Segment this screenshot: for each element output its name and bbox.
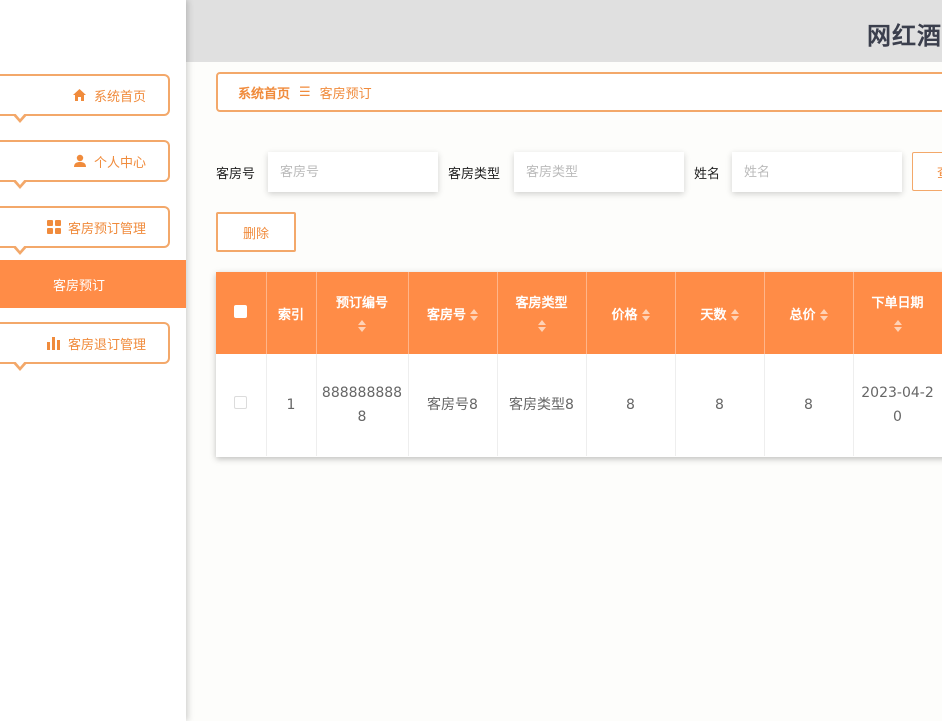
room-type-input[interactable] — [514, 152, 684, 192]
col-room-type[interactable]: 客房类型 — [497, 272, 587, 354]
menu-tail — [12, 178, 28, 189]
bar-chart-icon — [46, 336, 61, 350]
breadcrumb-separator-icon: ☰ — [299, 84, 311, 100]
cell-room-no: 客房号8 — [408, 354, 498, 456]
col-label: 下单日期 — [871, 296, 924, 311]
row-checkbox[interactable] — [234, 396, 248, 409]
table-row[interactable]: 1 8888888888 客房号8 客房类型8 8 8 8 2023-04-20 — [216, 354, 942, 456]
table-header-row: 索引 预订编号 客房号 客房类型 价格 天数 总价 下单日期 — [216, 272, 942, 354]
sidebar-subitem-booking[interactable]: 客房预订 — [0, 260, 186, 308]
home-icon — [72, 88, 87, 102]
sort-icon[interactable] — [358, 320, 366, 332]
breadcrumb-current: 客房预订 — [319, 86, 372, 102]
sidebar-item-label: 客房预订管理 — [67, 221, 146, 237]
col-index: 索引 — [266, 272, 317, 354]
delete-button[interactable]: 删除 — [216, 212, 296, 252]
menu-tail — [12, 112, 28, 123]
sidebar-item-booking-mgmt[interactable]: 客房预订管理 — [0, 206, 170, 255]
col-label: 价格 — [611, 307, 638, 323]
search-button[interactable]: 查 — [912, 152, 942, 191]
cell-index: 1 — [266, 354, 317, 456]
sidebar-item-cancel-mgmt[interactable]: 客房退订管理 — [0, 322, 170, 371]
col-label: 预订编号 — [335, 296, 388, 311]
grid-icon — [46, 220, 61, 234]
room-no-label: 客房号 — [216, 167, 256, 182]
name-label: 姓名 — [694, 167, 721, 182]
col-room-no[interactable]: 客房号 — [408, 272, 498, 354]
app-title: 网红酒 — [867, 22, 942, 50]
sort-icon[interactable] — [819, 309, 828, 321]
col-price[interactable]: 价格 — [586, 272, 676, 354]
col-label: 客房号 — [426, 307, 466, 323]
cell-days: 8 — [675, 354, 765, 456]
sidebar-item-label: 个人中心 — [93, 155, 146, 171]
select-all-cell[interactable] — [216, 272, 267, 354]
col-booking-no[interactable]: 预订编号 — [316, 272, 409, 354]
col-label: 总价 — [789, 307, 816, 323]
cell-room-type: 客房类型8 — [497, 354, 587, 456]
sidebar-item-label: 客房退订管理 — [67, 337, 146, 353]
col-label: 索引 — [277, 307, 304, 323]
sidebar: 系统首页 个人中心 客房预订管理 客房预订 客房退订管理 — [0, 0, 186, 721]
sort-icon[interactable] — [641, 309, 650, 321]
menu-tail — [12, 360, 28, 371]
sort-icon[interactable] — [537, 320, 546, 332]
sidebar-item-profile[interactable]: 个人中心 — [0, 140, 170, 189]
top-bar: 网红酒 — [186, 0, 942, 62]
cell-price: 8 — [586, 354, 676, 456]
user-icon — [73, 154, 87, 168]
col-label: 客房类型 — [515, 296, 568, 311]
cell-order-date: 2023-04-20 — [853, 354, 942, 456]
col-total[interactable]: 总价 — [764, 272, 854, 354]
sort-icon[interactable] — [470, 309, 478, 321]
sidebar-item-label: 系统首页 — [93, 89, 146, 105]
sidebar-item-home[interactable]: 系统首页 — [0, 74, 170, 123]
col-days[interactable]: 天数 — [675, 272, 765, 354]
sort-icon[interactable] — [893, 320, 902, 332]
sidebar-subitem-label: 客房预订 — [53, 278, 106, 294]
menu-tail — [12, 244, 28, 255]
room-no-input[interactable] — [268, 152, 438, 192]
row-select-cell[interactable] — [216, 354, 267, 456]
room-type-label: 客房类型 — [448, 167, 501, 182]
col-label: 天数 — [700, 307, 727, 323]
breadcrumb-home[interactable]: 系统首页 — [238, 83, 290, 102]
booking-table: 索引 预订编号 客房号 客房类型 价格 天数 总价 下单日期 1 8888888… — [216, 272, 942, 457]
select-all-checkbox[interactable] — [234, 304, 248, 318]
sort-icon[interactable] — [730, 309, 739, 321]
cell-total: 8 — [764, 354, 854, 456]
breadcrumb: 系统首页 ☰ 客房预订 — [216, 72, 942, 112]
cell-booking-no: 8888888888 — [316, 354, 409, 456]
col-order-date[interactable]: 下单日期 — [853, 272, 942, 354]
name-input[interactable] — [732, 152, 902, 192]
